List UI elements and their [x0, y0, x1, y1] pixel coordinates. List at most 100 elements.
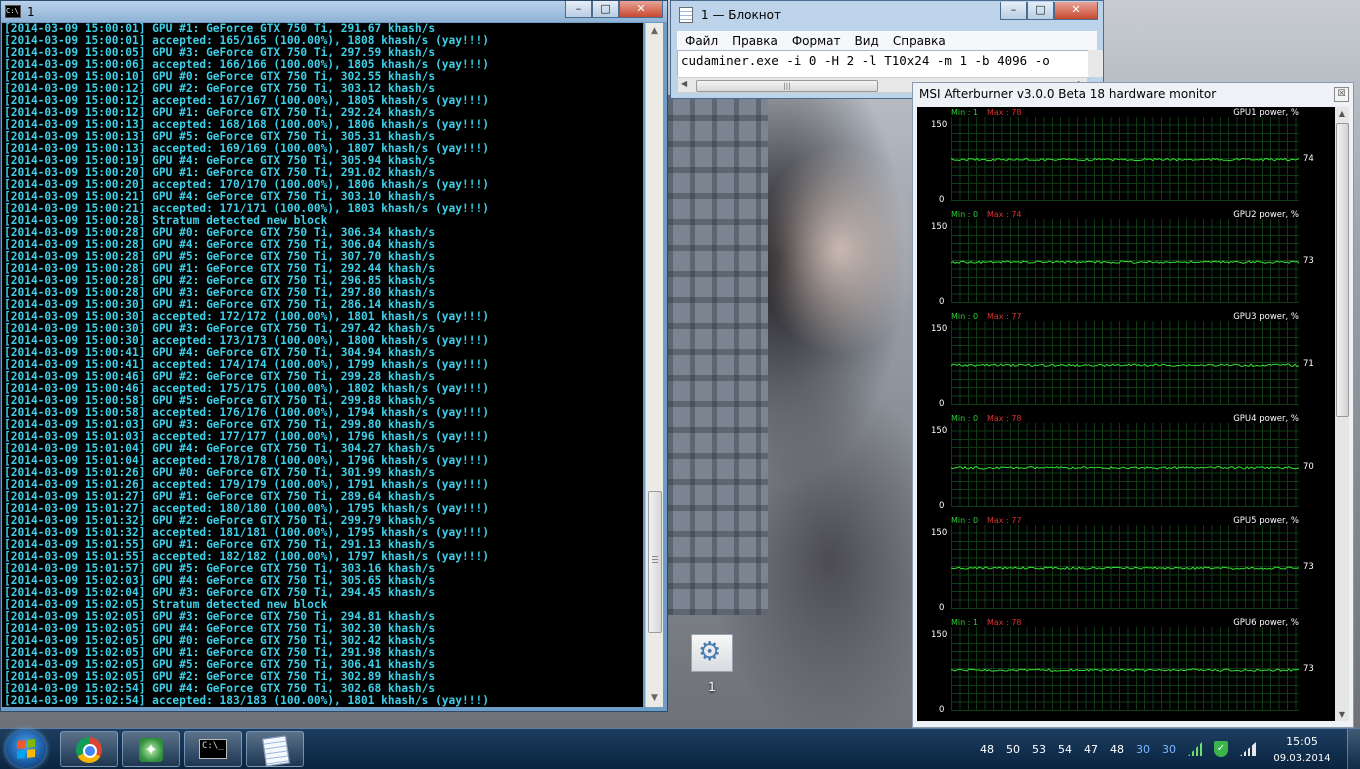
desktop-shortcut[interactable]: 1 [684, 634, 740, 694]
graph-axis-top: 150 [931, 222, 948, 232]
notepad-app-icon [679, 7, 693, 23]
notepad-editor[interactable]: cudaminer.exe -i 0 -H 2 -l T10x24 -m 1 -… [677, 50, 1090, 79]
power-series-line [951, 465, 1299, 470]
console-output[interactable]: [2014-03-09 15:00:01] GPU #1: GeForce GT… [2, 23, 643, 707]
graph-axis-top: 150 [931, 426, 948, 436]
notepad-scroll-thumb[interactable]: ||| [696, 80, 878, 92]
graph-min: Min : 0 [951, 312, 979, 321]
ab-scroll-down-icon[interactable]: ▼ [1335, 710, 1349, 719]
power-graph: Min : 1 Max : 78 GPU1 power, % 150 0 74 [917, 107, 1335, 209]
power-graph: Min : 0 Max : 77 GPU5 power, % 150 0 73 [917, 515, 1335, 617]
graph-axis-top: 150 [931, 120, 948, 130]
power-graph-svg [951, 157, 1299, 162]
tray-temperature[interactable]: 53 [1032, 743, 1046, 756]
close-button[interactable]: ✕ [619, 1, 663, 18]
clock-time: 15:05 [1286, 735, 1318, 748]
graph-min: Min : 1 [951, 618, 979, 627]
graph-current-value: 73 [1303, 664, 1314, 675]
graph-axis-bottom: 0 [939, 705, 945, 715]
graph-axis-bottom: 0 [939, 195, 945, 205]
notepad-minimize-button[interactable]: – [1000, 2, 1027, 20]
console-line: [2014-03-09 15:02:54] accepted: 183/183 … [4, 694, 489, 707]
graph-min: Min : 1 [951, 108, 979, 117]
tray-temperature[interactable]: 50 [1006, 743, 1020, 756]
notepad-maximize-button[interactable]: □ [1027, 2, 1054, 20]
power-series-line [951, 157, 1299, 162]
notepad-content[interactable]: cudaminer.exe -i 0 -H 2 -l T10x24 -m 1 -… [678, 51, 1089, 68]
graph-plot [951, 321, 1299, 405]
power-graph: Min : 0 Max : 78 GPU4 power, % 150 0 70 [917, 413, 1335, 515]
power-graph: Min : 0 Max : 77 GPU3 power, % 150 0 71 [917, 311, 1335, 413]
chrome-icon [76, 737, 102, 763]
graph-axis-bottom: 0 [939, 399, 945, 409]
taskbar-notepad[interactable] [246, 731, 304, 767]
graph-current-value: 73 [1303, 256, 1314, 267]
graph-plot [951, 219, 1299, 303]
power-series-line [951, 668, 1299, 672]
afterburner-scrollbar[interactable]: ▲ ▼ [1335, 107, 1349, 721]
show-desktop-button[interactable] [1347, 729, 1360, 769]
taskbar: ✦ C:\_ 48 50 53 54 47 48 30 30 ✓ 15:05 09.03.20… [0, 728, 1360, 769]
scroll-up-arrow-icon[interactable]: ▲ [646, 23, 663, 40]
tray-temperature[interactable]: 54 [1058, 743, 1072, 756]
maximize-button[interactable]: □ [592, 1, 619, 18]
taskbar-clock[interactable]: 15:05 09.03.2014 [1262, 735, 1342, 764]
graph-axis-top: 150 [931, 630, 948, 640]
graph-min: Min : 0 [951, 516, 979, 525]
power-graph-svg [951, 566, 1299, 570]
menu-format[interactable]: Формат [792, 34, 841, 48]
menu-help[interactable]: Справка [893, 34, 946, 48]
afterburner-window[interactable]: MSI Afterburner v3.0.0 Beta 18 hardware … [912, 82, 1354, 728]
start-button[interactable] [6, 730, 46, 768]
graph-axis-bottom: 0 [939, 603, 945, 613]
menu-view[interactable]: Вид [855, 34, 879, 48]
tray-temperature[interactable]: 47 [1084, 743, 1098, 756]
graph-plot [951, 525, 1299, 609]
graph-current-value: 73 [1303, 562, 1314, 573]
graph-current-value: 74 [1303, 153, 1314, 164]
ab-scroll-thumb[interactable] [1336, 123, 1349, 417]
tray-temperature[interactable]: 48 [980, 743, 994, 756]
shield-check-icon[interactable]: ✓ [1214, 741, 1228, 757]
notepad-vertical-scrollbar[interactable] [1088, 50, 1103, 77]
tray-temperature[interactable]: 48 [1110, 743, 1124, 756]
power-graph-svg [951, 363, 1299, 368]
console-title: 1 [27, 4, 35, 19]
notepad-icon [262, 735, 290, 767]
graph-max: Max : 78 [987, 618, 1022, 627]
notepad-title: 1 — Блокнот [701, 8, 781, 22]
network-icon[interactable] [1240, 742, 1256, 756]
graph-plot [951, 627, 1299, 711]
hardware-monitor-panel[interactable]: Min : 1 Max : 78 GPU1 power, % 150 0 74 Min : … [917, 107, 1335, 721]
power-series-line [951, 363, 1299, 368]
signal-strength-icon[interactable] [1188, 742, 1202, 756]
notepad-close-button[interactable]: ✕ [1054, 2, 1098, 20]
graph-axis-top: 150 [931, 324, 948, 334]
cmd-icon: C:\_ [199, 739, 227, 759]
graph-max: Max : 74 [987, 210, 1022, 219]
graph-axis-bottom: 0 [939, 297, 945, 307]
tray-temperature[interactable]: 30 [1162, 743, 1176, 756]
console-scrollbar[interactable]: ▲ ▼ [645, 23, 663, 707]
ab-scroll-up-icon[interactable]: ▲ [1335, 109, 1349, 118]
minimize-button[interactable]: – [565, 1, 592, 18]
console-window[interactable]: C:\ 1 – □ ✕ [2014-03-09 15:00:01] GPU #1… [0, 0, 668, 712]
power-series-line [951, 260, 1299, 264]
graph-plot [951, 117, 1299, 201]
graph-max: Max : 78 [987, 414, 1022, 423]
scroll-thumb[interactable] [648, 491, 662, 633]
scroll-down-arrow-icon[interactable]: ▼ [646, 690, 663, 707]
taskbar-console[interactable]: C:\_ [184, 731, 242, 767]
clock-date: 09.03.2014 [1273, 753, 1331, 764]
menu-edit[interactable]: Правка [732, 34, 778, 48]
afterburner-close-button[interactable]: ☒ [1334, 87, 1349, 102]
taskbar-miner-app[interactable]: ✦ [122, 731, 180, 767]
desktop-shortcut-label: 1 [708, 680, 716, 694]
afterburner-titlebar[interactable]: MSI Afterburner v3.0.0 Beta 18 hardware … [913, 83, 1353, 105]
taskbar-chrome[interactable] [60, 731, 118, 767]
gear-icon[interactable] [691, 634, 733, 672]
scroll-left-arrow-icon[interactable]: ◀ [681, 79, 687, 88]
console-titlebar[interactable]: C:\ 1 – □ ✕ [1, 1, 667, 22]
menu-file[interactable]: Файл [685, 34, 718, 48]
tray-temperature[interactable]: 30 [1136, 743, 1150, 756]
